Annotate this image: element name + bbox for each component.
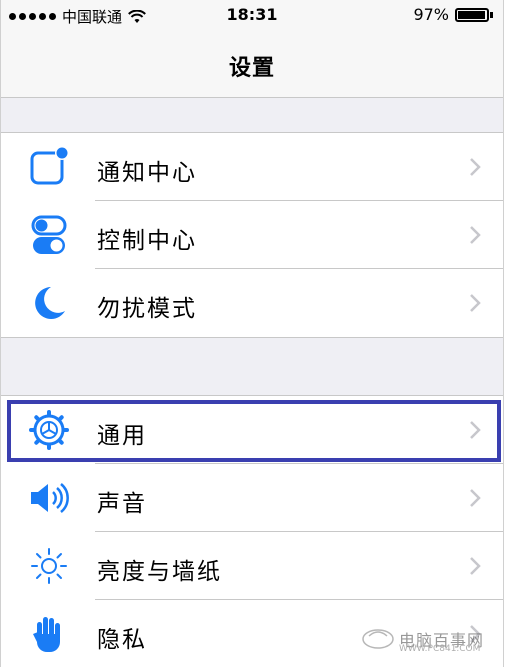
chevron-right-icon bbox=[470, 294, 481, 312]
chevron-right-icon bbox=[470, 421, 481, 439]
settings-row-brightness-wallpaper[interactable]: 亮度与墙纸 bbox=[1, 532, 503, 600]
watermark: 电脑百事网 WWW.PC841.COM bbox=[361, 624, 484, 654]
watermark-logo-icon bbox=[362, 629, 394, 649]
group-separator bbox=[1, 98, 503, 133]
settings-row-do-not-disturb[interactable]: 勿扰模式 bbox=[1, 269, 503, 337]
navigation-bar: 设置 bbox=[1, 30, 503, 98]
chevron-right-icon bbox=[470, 557, 481, 575]
settings-row-notification-center[interactable]: 通知中心 bbox=[1, 133, 503, 201]
general-gear-icon bbox=[29, 410, 69, 450]
battery-icon bbox=[455, 7, 489, 22]
settings-row-general[interactable]: 通用 bbox=[1, 396, 503, 464]
group-separator bbox=[1, 337, 503, 396]
do-not-disturb-moon-icon bbox=[35, 287, 65, 319]
battery-cap bbox=[490, 11, 493, 18]
settings-row-control-center[interactable]: 控制中心 bbox=[1, 201, 503, 269]
chevron-right-icon bbox=[470, 226, 481, 244]
settings-row-label: 勿扰模式 bbox=[97, 296, 197, 322]
settings-row-label: 控制中心 bbox=[97, 228, 197, 254]
page-title: 设置 bbox=[228, 56, 275, 81]
privacy-hand-icon bbox=[33, 617, 60, 652]
settings-row-label: 亮度与墙纸 bbox=[97, 559, 222, 585]
status-bar: 中国联通 18:31 97% bbox=[1, 0, 503, 30]
settings-row-label: 通知中心 bbox=[97, 160, 197, 186]
control-center-icon bbox=[31, 215, 67, 254]
brightness-sun-icon bbox=[31, 548, 67, 584]
status-right: 97% bbox=[413, 5, 493, 24]
watermark-subtext: WWW.PC841.COM bbox=[399, 644, 481, 654]
settings-row-label: 通用 bbox=[97, 423, 147, 449]
battery-percent: 97% bbox=[413, 5, 449, 24]
settings-row-label: 隐私 bbox=[97, 627, 147, 653]
settings-screen: 中国联通 18:31 97% 设置 通知中心 控制中心 勿扰模式 通用 声音 亮… bbox=[0, 0, 504, 667]
settings-row-sounds[interactable]: 声音 bbox=[1, 464, 503, 532]
settings-row-label: 声音 bbox=[97, 491, 147, 517]
sound-speaker-icon bbox=[31, 483, 69, 513]
chevron-right-icon bbox=[470, 489, 481, 507]
chevron-right-icon bbox=[470, 158, 481, 176]
notification-center-icon bbox=[30, 147, 69, 185]
